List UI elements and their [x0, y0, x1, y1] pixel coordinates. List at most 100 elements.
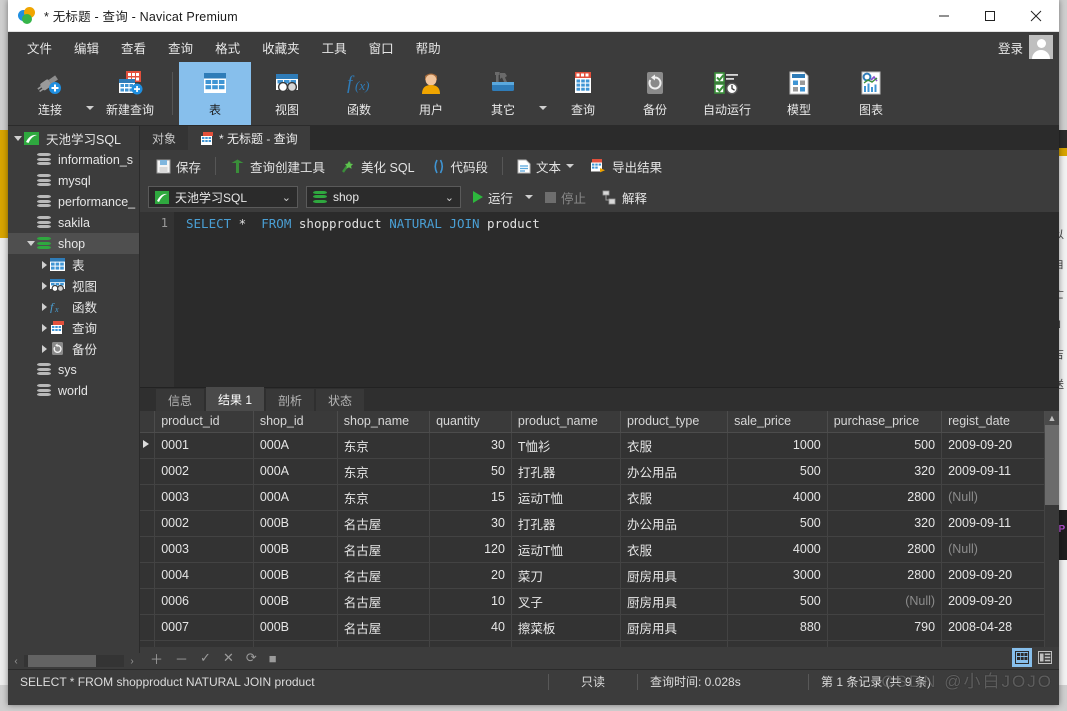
cell-sale_price[interactable]: 4000	[727, 640, 828, 647]
row-indicator[interactable]	[140, 458, 156, 485]
ribbon-button-backup[interactable]: 备份	[619, 62, 691, 125]
remove-row-icon[interactable]: －	[175, 649, 188, 668]
row-indicator[interactable]	[140, 588, 156, 615]
cell-regist_date[interactable]: 2008-04-28	[941, 614, 1045, 641]
cell-shop_id[interactable]: 000B	[253, 562, 338, 589]
table-row[interactable]: 0002 000B 名古屋 30 打孔器 办公用品 500 320 2009-09-11	[140, 510, 1045, 537]
tree-node-performance_[interactable]: performance_	[8, 191, 139, 212]
ribbon-button-new-query[interactable]: 新建查询	[94, 62, 166, 125]
cell-product_id[interactable]: 0001	[154, 432, 254, 459]
minimize-button[interactable]	[921, 0, 967, 32]
twisty-collapsed[interactable]	[38, 260, 50, 269]
menu-help[interactable]: 帮助	[405, 34, 452, 61]
ribbon-button-query[interactable]: 查询	[547, 62, 619, 125]
cell-regist_date[interactable]: (Null)	[941, 536, 1045, 563]
cell-regist_date[interactable]: (Null)	[941, 484, 1045, 511]
form-view-icon[interactable]	[1035, 648, 1055, 667]
grid-scroll-thumb[interactable]	[1045, 425, 1059, 505]
twisty-expanded-icon[interactable]	[14, 136, 22, 141]
beautify-sql-button[interactable]: 美化 SQL	[333, 154, 423, 179]
tab-profile[interactable]: 剖析	[266, 389, 315, 411]
ribbon-button-other[interactable]: 其它	[467, 62, 539, 125]
cell-shop_id[interactable]: 000B	[253, 588, 338, 615]
cell-shop_id[interactable]: 000B	[253, 536, 338, 563]
ribbon-button-function[interactable]: f (x) 函数	[323, 62, 395, 125]
tree-node-world[interactable]: world	[8, 380, 139, 401]
menu-tools[interactable]: 工具	[311, 34, 358, 61]
cell-product_type[interactable]: 衣服	[620, 536, 729, 563]
tree-node-mysql[interactable]: mysql	[8, 170, 139, 191]
chevron-down-icon-run[interactable]	[525, 195, 534, 199]
row-indicator[interactable]	[140, 562, 156, 589]
menu-query[interactable]: 查询	[157, 34, 204, 61]
ribbon-button-automation[interactable]: 自动运行	[691, 62, 763, 125]
cell-product_type[interactable]: 办公用品	[620, 510, 729, 537]
cell-product_type[interactable]: 厨房用具	[620, 614, 729, 641]
twisty-expanded[interactable]	[12, 136, 24, 141]
twisty-collapsed[interactable]	[38, 323, 50, 332]
tab-objects[interactable]: 对象	[140, 126, 189, 150]
add-row-icon[interactable]: ＋	[150, 649, 163, 668]
tree-node-视图[interactable]: 视图	[8, 275, 139, 296]
menu-format[interactable]: 格式	[204, 34, 251, 61]
menu-window[interactable]: 窗口	[358, 34, 405, 61]
menu-file[interactable]: 文件	[16, 34, 63, 61]
twisty-collapsed[interactable]	[38, 302, 50, 311]
stop-icon[interactable]: ■	[269, 651, 277, 666]
chevron-down-icon-connection-select[interactable]: ⌄	[282, 191, 291, 204]
save-button[interactable]: 保存	[148, 154, 209, 179]
cell-sale_price[interactable]: 4000	[727, 484, 828, 511]
cell-quantity[interactable]: 50	[429, 458, 512, 485]
cell-quantity[interactable]: 15	[429, 484, 512, 511]
cell-quantity[interactable]: 120	[429, 536, 512, 563]
cell-quantity[interactable]: 30	[429, 510, 512, 537]
cell-shop_name[interactable]: 东京	[337, 432, 431, 459]
tree-node-查询[interactable]: 查询	[8, 317, 139, 338]
cell-product_name[interactable]: 运动T恤	[511, 640, 622, 647]
table-row[interactable]: 0007 000B 名古屋 40 擦菜板 厨房用具 880 790 2008-04-28	[140, 614, 1045, 641]
scroll-track[interactable]	[24, 655, 124, 667]
snippet-button[interactable]: 代码段	[423, 154, 497, 179]
scroll-up-icon[interactable]: ▲	[1045, 411, 1059, 425]
menu-edit[interactable]: 编辑	[63, 34, 110, 61]
twisty-expanded[interactable]	[25, 241, 37, 246]
cell-product_type[interactable]: 衣服	[620, 484, 729, 511]
avatar[interactable]	[1029, 35, 1053, 59]
cell-regist_date[interactable]: 2009-09-20	[941, 562, 1045, 589]
cell-quantity[interactable]: 20	[429, 562, 512, 589]
cell-product_type[interactable]: 衣服	[620, 432, 729, 459]
cell-product_name[interactable]: 打孔器	[511, 510, 622, 537]
tree-node-函数[interactable]: f x 函数	[8, 296, 139, 317]
cancel-icon[interactable]: ✕	[223, 650, 234, 666]
cell-purchase_price[interactable]: 2800	[827, 640, 943, 647]
chevron-down-icon-connection[interactable]	[86, 105, 94, 110]
cell-product_id[interactable]: 0004	[154, 562, 254, 589]
query-builder-button[interactable]: 查询创建工具	[222, 154, 333, 179]
cell-product_id[interactable]: 0007	[154, 614, 254, 641]
cell-sale_price[interactable]: 880	[727, 614, 828, 641]
tree-node-information_s[interactable]: information_s	[8, 149, 139, 170]
refresh-icon[interactable]: ⟳	[246, 650, 257, 666]
result-grid[interactable]: product_id shop_id shop_name quantity produc…	[140, 411, 1045, 647]
column-header-sale_price[interactable]: sale_price	[727, 411, 828, 433]
grid-view-icon[interactable]	[1012, 648, 1032, 667]
cell-quantity[interactable]: 20	[429, 640, 512, 647]
table-row[interactable]: 0004 000B 名古屋 20 菜刀 厨房用具 3000 2800 2009-09-20	[140, 562, 1045, 589]
cell-purchase_price[interactable]: 320	[827, 510, 943, 537]
column-header-product_id[interactable]: product_id	[154, 411, 254, 433]
cell-sale_price[interactable]: 500	[727, 510, 828, 537]
cell-quantity[interactable]: 30	[429, 432, 512, 459]
sidebar-horizontal-scrollbar[interactable]: ‹ ›	[8, 653, 140, 669]
cell-product_name[interactable]: 菜刀	[511, 562, 622, 589]
twisty-collapsed-icon[interactable]	[41, 260, 47, 269]
column-header-quantity[interactable]: quantity	[429, 411, 512, 433]
tree-node-sys[interactable]: sys	[8, 359, 139, 380]
maximize-button[interactable]	[967, 0, 1013, 32]
cell-product_type[interactable]: 办公用品	[620, 458, 729, 485]
tree-node-sakila[interactable]: sakila	[8, 212, 139, 233]
cell-regist_date[interactable]: 2009-09-11	[941, 510, 1045, 537]
close-button[interactable]	[1013, 0, 1059, 32]
ribbon-button-chart[interactable]: 图表	[835, 62, 907, 125]
cell-purchase_price[interactable]: 2800	[827, 484, 943, 511]
cell-shop_id[interactable]: 000B	[253, 510, 338, 537]
